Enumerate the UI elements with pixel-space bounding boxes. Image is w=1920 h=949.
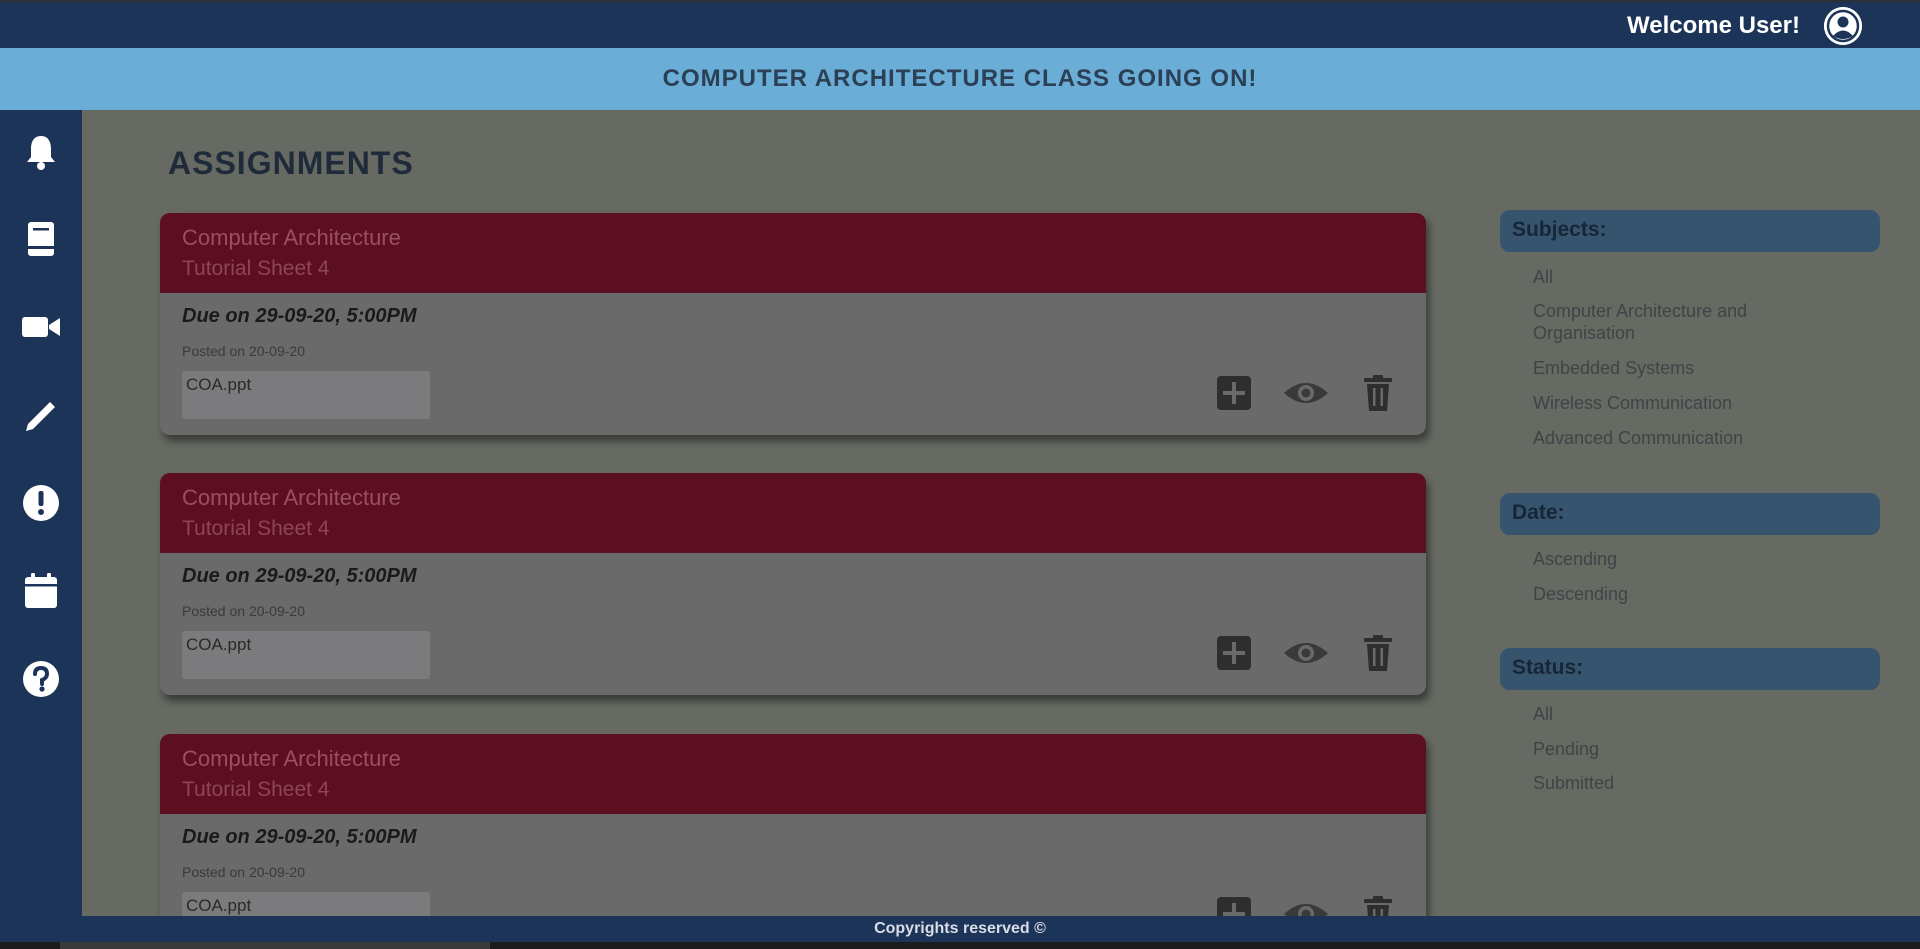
calendar-icon[interactable]	[19, 569, 63, 613]
filter-option[interactable]: Ascending	[1533, 548, 1833, 570]
bell-icon[interactable]	[19, 130, 63, 174]
alert-icon[interactable]	[19, 481, 63, 525]
filter-option[interactable]: Computer Architecture and Organisation	[1533, 300, 1793, 344]
app-root: Welcome User! COMPUTER ARCHITECTURE CLAS…	[0, 0, 1920, 949]
sidebar	[0, 110, 82, 916]
assignment-card[interactable]: Computer Architecture Tutorial Sheet 4 D…	[160, 473, 1426, 695]
card-sheet-title: Tutorial Sheet 4	[182, 778, 330, 801]
card-subject: Computer Architecture	[182, 485, 401, 510]
user-avatar-icon[interactable]	[1824, 7, 1862, 45]
posted-date: Posted on 20-09-20	[182, 864, 305, 880]
card-header: Computer Architecture Tutorial Sheet 4	[160, 473, 1426, 553]
help-icon[interactable]	[19, 657, 63, 701]
due-date: Due on 29-09-20, 5:00PM	[182, 565, 417, 587]
filter-date-header[interactable]: Date:	[1500, 493, 1880, 535]
attachment-file[interactable]: COA.ppt	[182, 631, 430, 679]
view-eye-icon[interactable]	[1282, 894, 1330, 916]
filter-option[interactable]: All	[1533, 703, 1833, 725]
live-class-banner: COMPUTER ARCHITECTURE CLASS GOING ON!	[0, 48, 1920, 110]
filter-status-header[interactable]: Status:	[1500, 648, 1880, 690]
filter-option[interactable]: Submitted	[1533, 772, 1833, 794]
filter-subjects-header[interactable]: Subjects:	[1500, 210, 1880, 252]
delete-trash-icon[interactable]	[1358, 373, 1398, 413]
delete-trash-icon[interactable]	[1358, 633, 1398, 673]
filter-option[interactable]: Advanced Communication	[1533, 427, 1833, 449]
add-submission-icon[interactable]	[1214, 633, 1254, 673]
filter-option[interactable]: Descending	[1533, 583, 1833, 605]
card-actions	[1214, 894, 1398, 916]
card-header: Computer Architecture Tutorial Sheet 4	[160, 734, 1426, 814]
posted-date: Posted on 20-09-20	[182, 603, 305, 619]
card-sheet-title: Tutorial Sheet 4	[182, 517, 330, 540]
card-actions	[1214, 633, 1398, 673]
pencil-icon[interactable]	[19, 393, 63, 437]
view-eye-icon[interactable]	[1282, 633, 1330, 673]
posted-date: Posted on 20-09-20	[182, 343, 305, 359]
card-actions	[1214, 373, 1398, 413]
filter-option[interactable]: Pending	[1533, 738, 1833, 760]
add-submission-icon[interactable]	[1214, 373, 1254, 413]
due-date: Due on 29-09-20, 5:00PM	[182, 305, 417, 327]
video-icon[interactable]	[19, 305, 63, 349]
card-sheet-title: Tutorial Sheet 4	[182, 257, 330, 280]
assignment-card[interactable]: Computer Architecture Tutorial Sheet 4 D…	[160, 734, 1426, 916]
attachment-file[interactable]: COA.ppt	[182, 892, 430, 916]
assignment-card[interactable]: Computer Architecture Tutorial Sheet 4 D…	[160, 213, 1426, 435]
card-header: Computer Architecture Tutorial Sheet 4	[160, 213, 1426, 293]
top-bar: Welcome User!	[0, 0, 1920, 48]
card-subject: Computer Architecture	[182, 225, 401, 250]
filter-option[interactable]: Wireless Communication	[1533, 392, 1833, 414]
bottom-scroll-tab	[60, 942, 490, 949]
delete-trash-icon[interactable]	[1358, 894, 1398, 916]
due-date: Due on 29-09-20, 5:00PM	[182, 826, 417, 848]
welcome-text: Welcome User!	[1627, 12, 1800, 39]
card-subject: Computer Architecture	[182, 746, 401, 771]
filter-option[interactable]: Embedded Systems	[1533, 357, 1833, 379]
filter-option[interactable]: All	[1533, 266, 1833, 288]
book-icon[interactable]	[19, 217, 63, 261]
footer: Copyrights reserved ©	[0, 916, 1920, 942]
attachment-file[interactable]: COA.ppt	[182, 371, 430, 419]
add-submission-icon[interactable]	[1214, 894, 1254, 916]
view-eye-icon[interactable]	[1282, 373, 1330, 413]
page-title: ASSIGNMENTS	[168, 145, 414, 181]
